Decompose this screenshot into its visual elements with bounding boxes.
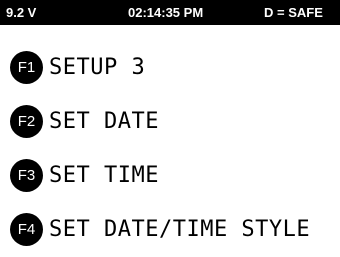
menu-item-set-time[interactable]: F3 SET TIME xyxy=(10,157,159,193)
setup-menu: F1 SETUP 3 F2 SET DATE F3 SET TIME F4 SE… xyxy=(0,25,340,257)
menu-item-label: SET DATE/TIME STYLE xyxy=(49,216,311,242)
status-bar: 9.2 V 02:14:35 PM D = SAFE xyxy=(0,0,340,25)
menu-item-label: SET DATE xyxy=(49,108,159,134)
f3-key-badge[interactable]: F3 xyxy=(10,158,43,192)
battery-voltage: 9.2 V xyxy=(6,5,37,20)
clock-time: 02:14:35 PM xyxy=(128,5,204,20)
menu-item-set-date[interactable]: F2 SET DATE xyxy=(10,103,159,139)
menu-item-label: SETUP 3 xyxy=(49,54,146,80)
menu-item-label: SET TIME xyxy=(49,162,159,188)
device-screen: 9.2 V 02:14:35 PM D = SAFE F1 SETUP 3 F2… xyxy=(0,0,340,257)
f1-key-badge[interactable]: F1 xyxy=(10,50,43,84)
f2-key-badge[interactable]: F2 xyxy=(10,104,43,138)
menu-item-set-date-time-style[interactable]: F4 SET DATE/TIME STYLE xyxy=(10,211,310,247)
door-state: D = SAFE xyxy=(264,5,323,20)
f4-key-badge[interactable]: F4 xyxy=(10,212,43,246)
menu-item-setup-3[interactable]: F1 SETUP 3 xyxy=(10,49,145,85)
